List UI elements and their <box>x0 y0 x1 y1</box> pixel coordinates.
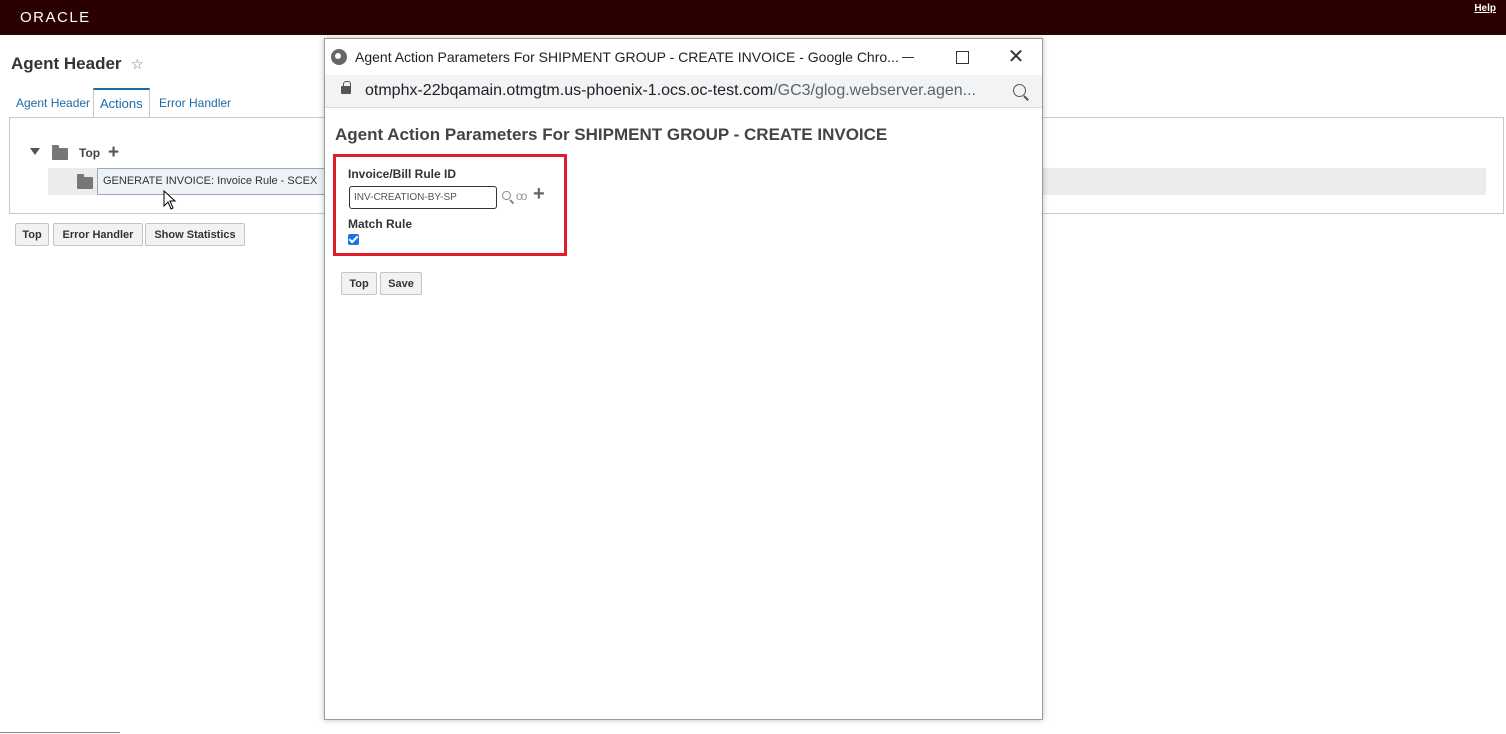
favorite-star-icon[interactable]: ☆ <box>131 56 144 73</box>
show-statistics-button[interactable]: Show Statistics <box>145 223 245 246</box>
tree-root-label[interactable]: Top <box>79 146 100 160</box>
folder-icon <box>52 145 68 160</box>
maximize-icon[interactable] <box>947 45 977 69</box>
folder-icon <box>77 174 93 189</box>
tab-actions[interactable]: Actions <box>93 88 150 118</box>
save-button[interactable]: Save <box>380 272 422 295</box>
popup-window-title: Agent Action Parameters For SHIPMENT GRO… <box>355 49 899 65</box>
rule-id-label: Invoice/Bill Rule ID <box>348 167 457 181</box>
tab-error-handler[interactable]: Error Handler <box>153 88 237 118</box>
url-text[interactable]: otmphx-22bqamain.otmgtm.us-phoenix-1.ocs… <box>365 82 997 100</box>
popup-heading: Agent Action Parameters For SHIPMENT GRO… <box>335 125 888 144</box>
tab-agent-header[interactable]: Agent Header <box>10 88 96 118</box>
close-icon[interactable]: ✕ <box>1001 45 1031 69</box>
zoom-icon[interactable] <box>1013 84 1026 97</box>
error-handler-button[interactable]: Error Handler <box>53 223 143 246</box>
top-bar: ORACLE Help <box>0 0 1506 35</box>
rule-id-input[interactable] <box>349 186 497 209</box>
url-path: /GC3/glog.webserver.agen... <box>773 82 976 99</box>
mouse-cursor-icon <box>163 190 177 210</box>
match-rule-checkbox[interactable] <box>348 234 359 245</box>
address-bar[interactable]: otmphx-22bqamain.otmgtm.us-phoenix-1.ocs… <box>325 75 1042 108</box>
add-rule-icon[interactable]: + <box>533 183 545 206</box>
popup-window: Agent Action Parameters For SHIPMENT GRO… <box>324 38 1043 720</box>
oracle-logo: ORACLE <box>20 9 91 26</box>
popup-top-button[interactable]: Top <box>341 272 377 295</box>
lock-icon[interactable] <box>341 81 351 94</box>
view-glasses-icon[interactable]: oo <box>516 189 527 203</box>
tree-item-generate-invoice[interactable]: GENERATE INVOICE: Invoice Rule - SCEX <box>97 168 327 195</box>
status-line <box>0 732 120 733</box>
help-link[interactable]: Help <box>1474 3 1496 14</box>
add-action-icon[interactable]: + <box>108 142 119 164</box>
url-host: otmphx-22bqamain.otmgtm.us-phoenix-1.ocs… <box>365 82 774 99</box>
top-button[interactable]: Top <box>15 223 49 246</box>
page-title: Agent Header <box>11 54 122 73</box>
popup-titlebar: Agent Action Parameters For SHIPMENT GRO… <box>325 39 1042 75</box>
match-rule-label: Match Rule <box>348 217 413 231</box>
globe-icon <box>331 49 347 65</box>
search-icon[interactable] <box>502 191 511 200</box>
minimize-icon[interactable] <box>893 45 923 69</box>
tree-collapse-icon[interactable] <box>30 148 40 155</box>
